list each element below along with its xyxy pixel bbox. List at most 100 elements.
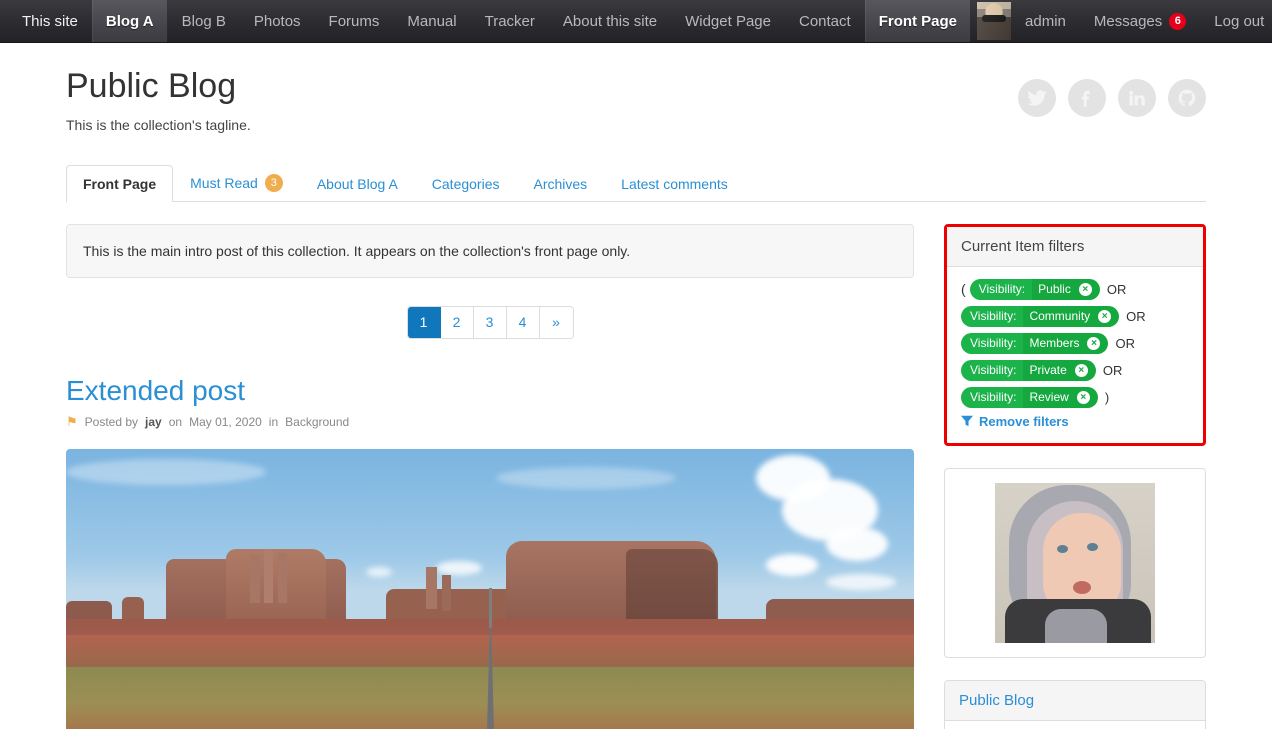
tab-label: About Blog A [316,175,398,192]
nav-item-about-this-site[interactable]: About this site [549,0,671,42]
filter-chip-key: Visibility: [969,278,1033,300]
public-blog-panel-body [945,721,1205,729]
filter-chip-remove-icon[interactable]: × [1074,386,1098,408]
filter-chip: Visibility: Private × [961,359,1096,381]
post-category[interactable]: Background [285,415,349,429]
page-tagline: This is the collection's tagline. [66,116,251,133]
page-title: Public Blog [66,67,237,105]
filter-chip-remove-icon[interactable]: × [1076,278,1100,300]
facebook-icon[interactable] [1068,79,1106,117]
filter-chip-value: Community [1023,305,1097,327]
tab-badge: 3 [264,173,283,192]
filters-panel-body: (Visibility: Public × OR Visibility: Communit… [947,267,1203,443]
nav-item-contact[interactable]: Contact [785,0,865,42]
post-author[interactable]: jay [145,415,162,429]
nav-user-admin[interactable]: admin [1011,0,1080,42]
current-item-filters-panel: Current Item filters (Visibility: Public ×… [944,223,1206,446]
public-blog-panel: Public Blog [944,679,1206,729]
filter-row: Visibility: Review ×) [961,386,1189,408]
pagination-page-3[interactable]: 3 [473,306,507,338]
filter-operator: OR [1106,281,1127,297]
filter-chip: Visibility: Public × [969,278,1100,300]
post-meta: ⚑ Posted by jay on May 01, 2020 in Backg… [66,415,914,429]
avatar[interactable] [971,0,1012,42]
filter-chip-key: Visibility: [961,386,1024,408]
filter-open-paren: ( [961,281,966,297]
post-title-link[interactable]: Extended post [66,375,914,407]
post-meta-prefix: Posted by [84,414,139,429]
twitter-icon[interactable] [1018,79,1056,117]
tab-categories[interactable]: Categories [415,165,517,202]
filter-chip: Visibility: Members × [961,332,1109,354]
nav-item-forums[interactable]: Forums [315,0,394,42]
tab-label: Must Read [190,174,258,191]
tab-archives[interactable]: Archives [516,165,604,202]
filter-chip-remove-icon[interactable]: × [1072,359,1096,381]
nav-item-widget-page[interactable]: Widget Page [671,0,785,42]
nav-item-manual[interactable]: Manual [393,0,470,42]
filters-panel-title: Current Item filters [947,226,1203,267]
nav-right-group: admin Messages 6 Log out [971,0,1272,42]
filter-chip-key: Visibility: [961,305,1024,327]
pagination-page-1[interactable]: 1 [407,306,441,338]
pagination-page-2[interactable]: 2 [440,306,474,338]
flag-icon: ⚑ [66,414,78,429]
pagination-page-4[interactable]: 4 [506,306,540,338]
page-header-text: Public Blog This is the collection's tag… [66,65,251,133]
funnel-icon [961,415,973,427]
tab-must-read[interactable]: Must Read 3 [173,163,300,202]
remove-filters-link[interactable]: Remove filters [961,414,1189,429]
post-date: May 01, 2020 [189,414,262,429]
filter-row: Visibility: Community × OR [961,305,1189,327]
top-navigation-bar: This site Blog A Blog B Photos Forums Manual T… [0,0,1272,43]
linkedin-icon[interactable] [1118,79,1156,117]
filter-chip-value: Members [1023,332,1086,354]
tab-about-blog-a[interactable]: About Blog A [300,165,415,202]
post-meta-mid: on [168,414,183,429]
tab-front-page[interactable]: Front Page [66,164,174,202]
github-icon[interactable] [1168,79,1206,117]
tab-label: Latest comments [621,175,728,192]
filter-chip-remove-icon[interactable]: × [1085,332,1109,354]
nav-item-tracker[interactable]: Tracker [471,0,549,42]
content-columns: This is the main intro post of this coll… [66,223,1206,729]
social-links [1018,65,1206,117]
nav-logout[interactable]: Log out [1200,0,1272,42]
filter-chip-key: Visibility: [961,332,1024,354]
nav-item-this-site[interactable]: This site [8,0,92,42]
nav-item-blog-a[interactable]: Blog A [91,0,168,42]
filter-row: (Visibility: Public × OR [961,278,1189,300]
remove-filters-label: Remove filters [979,413,1069,429]
filter-operator: OR [1102,362,1123,378]
nav-item-front-page[interactable]: Front Page [864,0,972,42]
pagination-list: 1 2 3 4» [406,305,574,339]
photo-widget-body [945,469,1205,657]
main-column: This is the main intro post of this coll… [66,223,914,729]
page-container: Public Blog This is the collection's tag… [0,43,1272,729]
monument-valley-landscape-photo [66,448,914,729]
filter-row: Visibility: Members × OR [961,332,1189,354]
page-header: Public Blog This is the collection's tag… [66,43,1206,133]
filter-chip: Visibility: Review × [961,386,1098,408]
content-tabs: Front Page Must Read 3 About Blog A Categori… [66,163,1206,202]
nav-item-photos[interactable]: Photos [240,0,315,42]
filter-chip-remove-icon[interactable]: × [1096,305,1120,327]
photo-widget-panel [944,467,1206,658]
nav-messages-label: Messages [1093,12,1163,30]
filter-chip-key: Visibility: [961,359,1024,381]
filter-operator: OR [1115,335,1135,351]
pagination-page-next[interactable]: » [539,306,573,338]
filter-chip-value: Private [1023,359,1073,381]
tab-latest-comments[interactable]: Latest comments [604,165,745,202]
nav-left-group: This site Blog A Blog B Photos Forums Manual T… [8,0,972,42]
filter-chip: Visibility: Community × [961,305,1120,327]
pagination: 1 2 3 4» [66,305,914,339]
tab-label: Archives [533,175,588,192]
filter-chip-value: Public [1032,278,1077,300]
nav-messages[interactable]: Messages 6 [1080,0,1200,42]
nav-item-blog-b[interactable]: Blog B [168,0,240,42]
public-blog-panel-title[interactable]: Public Blog [945,680,1205,721]
filter-rows: (Visibility: Public × OR Visibility: Communit… [961,278,1189,408]
sidebar: Current Item filters (Visibility: Public ×… [944,223,1206,729]
messages-count-badge: 6 [1169,12,1187,30]
